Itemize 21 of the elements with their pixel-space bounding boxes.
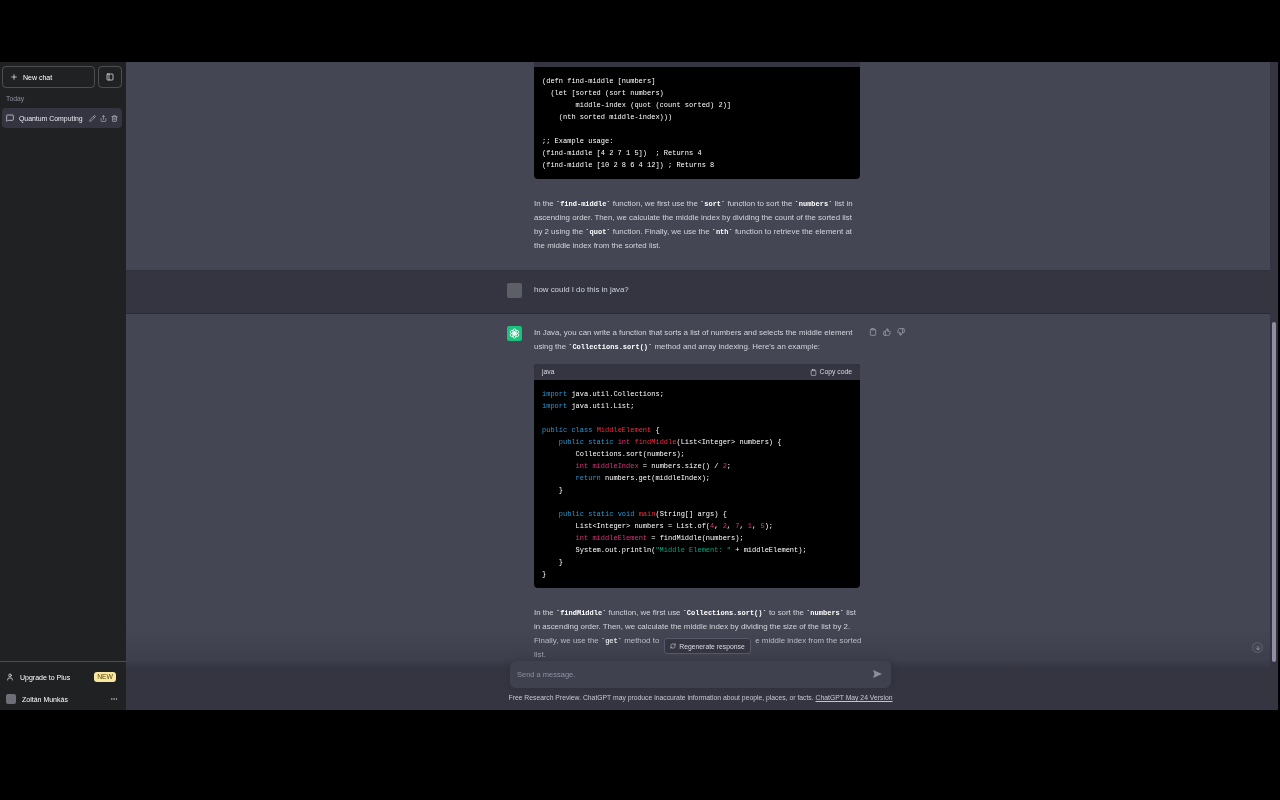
paper-plane-icon[interactable]: [873, 670, 882, 678]
clipboard-icon: [809, 368, 817, 376]
thumbs-up-icon[interactable]: [883, 328, 891, 336]
logo-icon: [507, 326, 522, 341]
plus-icon: [10, 73, 18, 81]
avatar-photo-placeholder: [507, 283, 522, 298]
clipboard-icon[interactable]: [869, 328, 877, 336]
ellipsis-icon[interactable]: [110, 695, 118, 703]
scrollbar-thumb[interactable]: [1272, 322, 1276, 662]
sidebar-toggle-button[interactable]: [98, 66, 122, 88]
person-icon: [6, 673, 14, 681]
pencil-icon[interactable]: [89, 114, 96, 122]
thumbs-down-icon[interactable]: [897, 328, 905, 336]
arrow-down-icon: [1254, 644, 1261, 651]
avatar-photo-placeholder: [6, 694, 16, 704]
trash-icon[interactable]: [111, 114, 118, 122]
scroll-down-button[interactable]: [1252, 642, 1263, 653]
panel-icon: [106, 73, 114, 81]
chat-bubble-icon: [6, 114, 14, 122]
share-icon[interactable]: [100, 114, 107, 122]
refresh-icon: [670, 643, 677, 649]
